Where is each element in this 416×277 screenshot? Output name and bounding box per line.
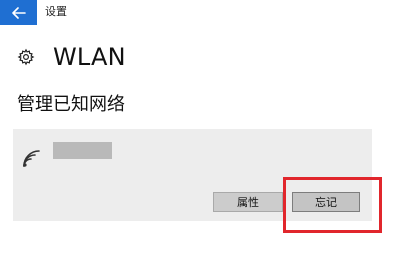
network-name-redacted	[53, 142, 112, 159]
back-arrow-icon	[11, 6, 26, 19]
page-title: WLAN	[53, 43, 126, 71]
page-header: WLAN	[17, 43, 126, 71]
back-button[interactable]	[0, 0, 37, 25]
window-title: 设置	[45, 5, 67, 18]
title-bar: 设置	[0, 0, 416, 25]
properties-button[interactable]: 属性	[213, 192, 283, 212]
wifi-icon	[23, 150, 40, 167]
gear-icon	[17, 48, 35, 66]
section-heading: 管理已知网络	[17, 94, 125, 115]
forget-button[interactable]: 忘记	[292, 192, 360, 212]
